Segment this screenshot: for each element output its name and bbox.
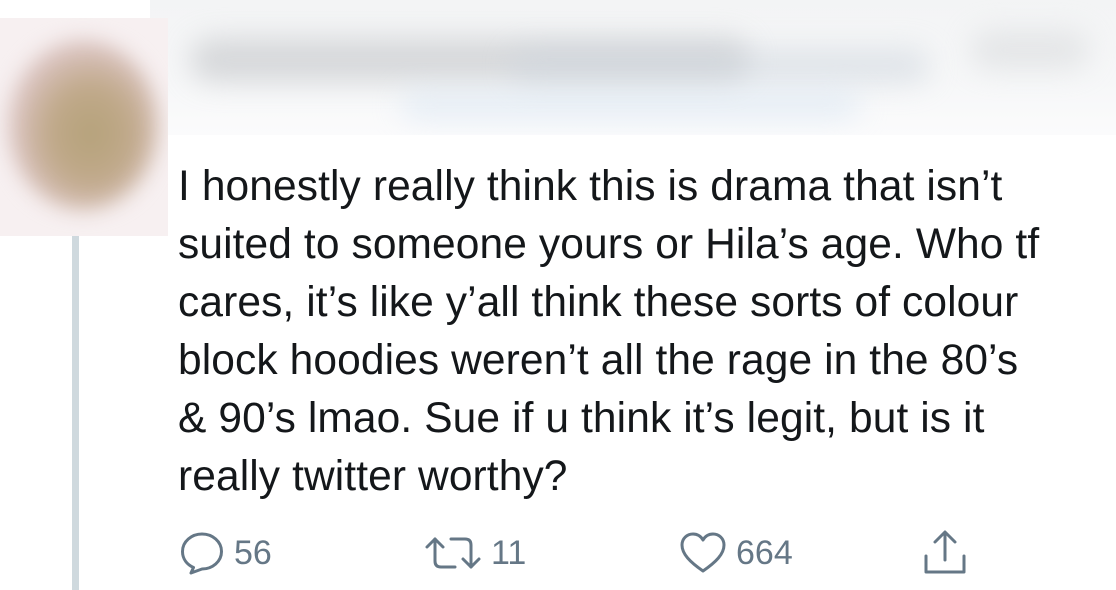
thread-line	[72, 236, 79, 590]
retweet-icon[interactable]	[423, 529, 483, 577]
tweet-text: I honestly really think this is drama th…	[178, 158, 1104, 506]
like-button[interactable]: 664	[678, 528, 793, 578]
blurred-timestamp	[970, 30, 1090, 70]
heart-icon[interactable]	[678, 529, 728, 577]
retweet-button[interactable]: 11	[423, 528, 526, 578]
share-icon[interactable]	[920, 528, 970, 578]
tweet-line: block hoodies weren’t all the rage in th…	[178, 337, 1019, 384]
like-count: 664	[736, 533, 793, 572]
tweet-page: I honestly really think this is drama th…	[0, 0, 1116, 590]
tweet-action-bar: 56 11 664	[178, 528, 998, 578]
tweet-line: cares, it’s like y’all think these sorts…	[178, 279, 1019, 326]
redacted-user-header	[150, 0, 1116, 135]
tweet-line: suited to someone yours or Hila’s age. W…	[178, 221, 1040, 268]
tweet-line: I honestly really think this is drama th…	[178, 163, 1003, 210]
blurred-handle	[510, 48, 930, 84]
blurred-avatar[interactable]	[8, 40, 158, 210]
avatar-container[interactable]	[0, 18, 168, 236]
reply-button[interactable]: 56	[178, 528, 272, 578]
blurred-reply-context	[400, 90, 860, 120]
reply-icon[interactable]	[178, 529, 226, 577]
share-button[interactable]	[920, 528, 970, 578]
tweet-line: really twitter worthy?	[178, 453, 568, 500]
tweet-line: & 90’s lmao. Sue if u think it’s legit, …	[178, 395, 985, 442]
reply-count: 56	[234, 533, 272, 572]
retweet-count: 11	[491, 533, 527, 572]
